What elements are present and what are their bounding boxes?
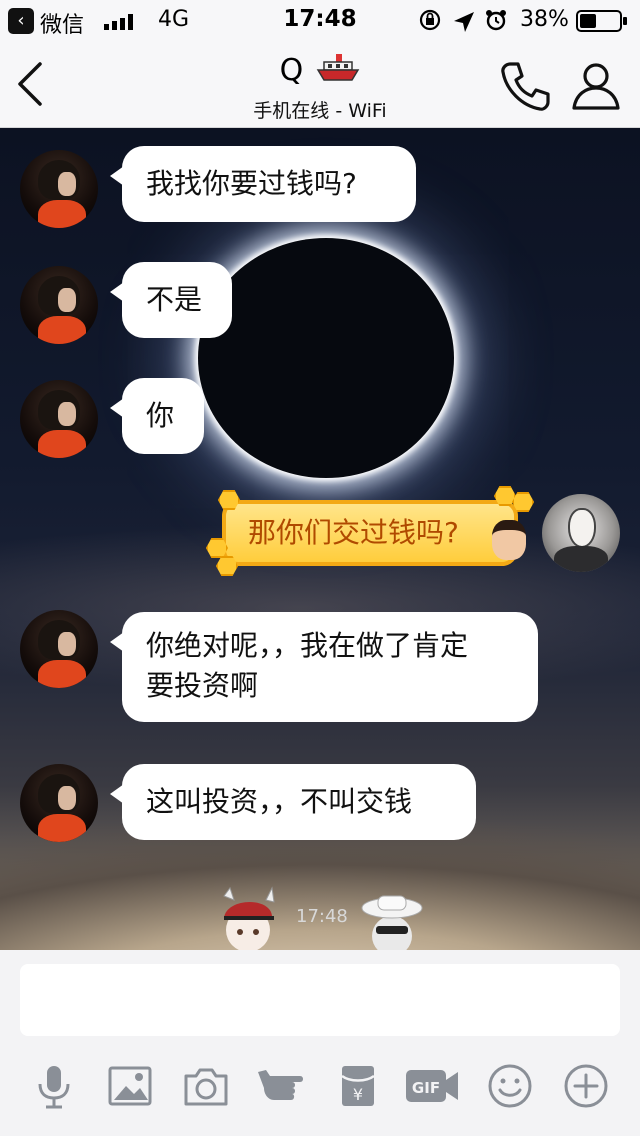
contact-avatar[interactable] (20, 380, 98, 458)
chat-header: Q 手机在线 - WiFi (0, 40, 640, 128)
message-input[interactable] (20, 964, 620, 1036)
my-message-bubble[interactable]: 那你们交过钱吗? (222, 500, 518, 566)
message-text: 我找你要过钱吗? (146, 167, 357, 200)
contact-profile-icon[interactable] (566, 58, 626, 114)
rotation-lock-icon (419, 9, 441, 31)
camera-icon[interactable] (182, 1062, 230, 1110)
message-text: 那你们交过钱吗? (248, 516, 459, 549)
emoji-icon[interactable] (486, 1062, 534, 1110)
plus-icon[interactable] (562, 1062, 610, 1110)
contact-avatar[interactable] (20, 764, 98, 842)
message-bubble[interactable]: 你 (110, 378, 204, 454)
message-bubble[interactable]: 不是 (110, 262, 232, 338)
chat-title: Q (279, 53, 304, 88)
message-text: 不是 (146, 283, 203, 316)
red-packet-icon[interactable]: ¥ (334, 1062, 382, 1110)
alarm-icon (486, 10, 506, 31)
message-bubble[interactable]: 你绝对呢，，我在做了肯定 要投资啊 (110, 612, 538, 722)
location-icon (454, 12, 474, 32)
bubble-sticker-face-icon (492, 520, 526, 560)
my-avatar[interactable] (542, 494, 620, 572)
ship-icon (317, 54, 360, 81)
message-timestamp: 17:48 (296, 906, 348, 927)
contact-avatar[interactable] (20, 150, 98, 228)
chat-message-list[interactable]: 我找你要过钱吗? 不是 你 那你们交过钱吗? 你绝对呢，，我在做了肯定 要投资啊… (0, 128, 640, 950)
status-icons (419, 9, 506, 32)
status-bar: ‹ 微信 4G 17:48 38% (0, 0, 640, 40)
cartoon-girl-sticker-icon (223, 886, 275, 950)
input-panel: ¥ GIF (0, 950, 640, 1136)
message-text-line: 要投资啊 (146, 669, 259, 702)
image-icon[interactable] (106, 1062, 154, 1110)
microphone-icon[interactable] (30, 1062, 78, 1110)
gif-icon[interactable]: GIF (404, 1062, 460, 1110)
message-text: 你 (146, 399, 175, 432)
svg-text:GIF: GIF (412, 1079, 440, 1097)
message-bubble[interactable]: 这叫投资，，不叫交钱 (110, 764, 476, 840)
eclipse-background-image (198, 238, 454, 478)
message-text-line: 你绝对呢，，我在做了肯定 (146, 629, 469, 662)
poke-hand-icon[interactable] (256, 1062, 312, 1110)
battery-icon (576, 10, 627, 32)
contact-avatar[interactable] (20, 266, 98, 344)
message-bubble[interactable]: 我找你要过钱吗? (110, 146, 416, 222)
message-text: 这叫投资，，不叫交钱 (146, 785, 413, 818)
contact-avatar[interactable] (20, 610, 98, 688)
battery-percent: 38% (520, 7, 569, 32)
svg-text:¥: ¥ (353, 1085, 363, 1104)
sunglasses-boy-sticker-icon (361, 895, 423, 950)
phone-icon[interactable] (496, 58, 552, 114)
